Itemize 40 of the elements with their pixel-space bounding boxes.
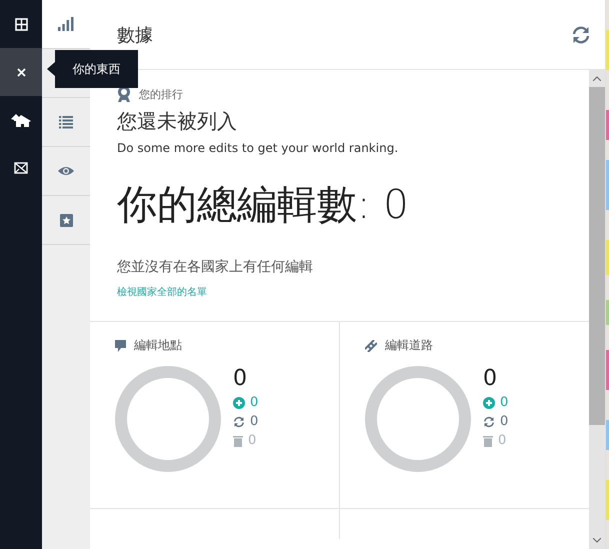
total-edits: 你的總編輯數: 0: [117, 181, 409, 230]
bar-chart-icon: [58, 17, 74, 31]
scrollbar-thumb[interactable]: [589, 87, 605, 425]
houses-icon: [11, 113, 31, 127]
countries-link[interactable]: 檢視國家全部的名單: [117, 285, 207, 299]
map-icon: [14, 162, 28, 174]
ranking-text: Do some more edits to get your world ranking.: [117, 141, 398, 155]
added-count: 0: [250, 395, 258, 410]
modified-count: 0: [250, 414, 258, 429]
ranking-label: 您的排行: [139, 86, 183, 102]
grid-icon: [14, 18, 28, 30]
eye-icon: [58, 166, 74, 176]
deleted-count: 0: [248, 433, 256, 448]
speech-bubble-icon: [115, 340, 126, 352]
modified-count: 0: [500, 414, 508, 429]
scroll-up-icon[interactable]: [593, 76, 601, 81]
sidebar-tab[interactable]: [42, 0, 90, 49]
panel-title: 數據: [117, 24, 153, 46]
deleted-count: 0: [498, 433, 506, 448]
plus-icon: [483, 396, 495, 408]
card-title: 編輯地點: [134, 337, 182, 354]
road-icon: [365, 340, 377, 352]
scrollbar[interactable]: [589, 70, 605, 549]
list-icon: [59, 115, 73, 129]
scroll-down-icon[interactable]: [593, 538, 601, 543]
tooltip: 你的東西: [47, 50, 138, 88]
trash-icon: [483, 434, 493, 446]
added-count: 0: [500, 395, 508, 410]
close-icon: [16, 68, 26, 76]
refresh-icon: [483, 416, 495, 428]
card-total: 0: [233, 366, 248, 391]
trash-icon: [233, 434, 243, 446]
ranking-heading: 您還未被列入: [117, 108, 237, 135]
plus-icon: [233, 396, 245, 408]
refresh-button[interactable]: [571, 26, 591, 44]
countries-text: 您並沒有在各國家上有任何編輯: [117, 258, 313, 276]
refresh-icon: [233, 416, 245, 428]
card-title: 編輯道路: [385, 337, 433, 354]
card-total: 0: [483, 366, 498, 391]
star-icon: [60, 214, 72, 226]
